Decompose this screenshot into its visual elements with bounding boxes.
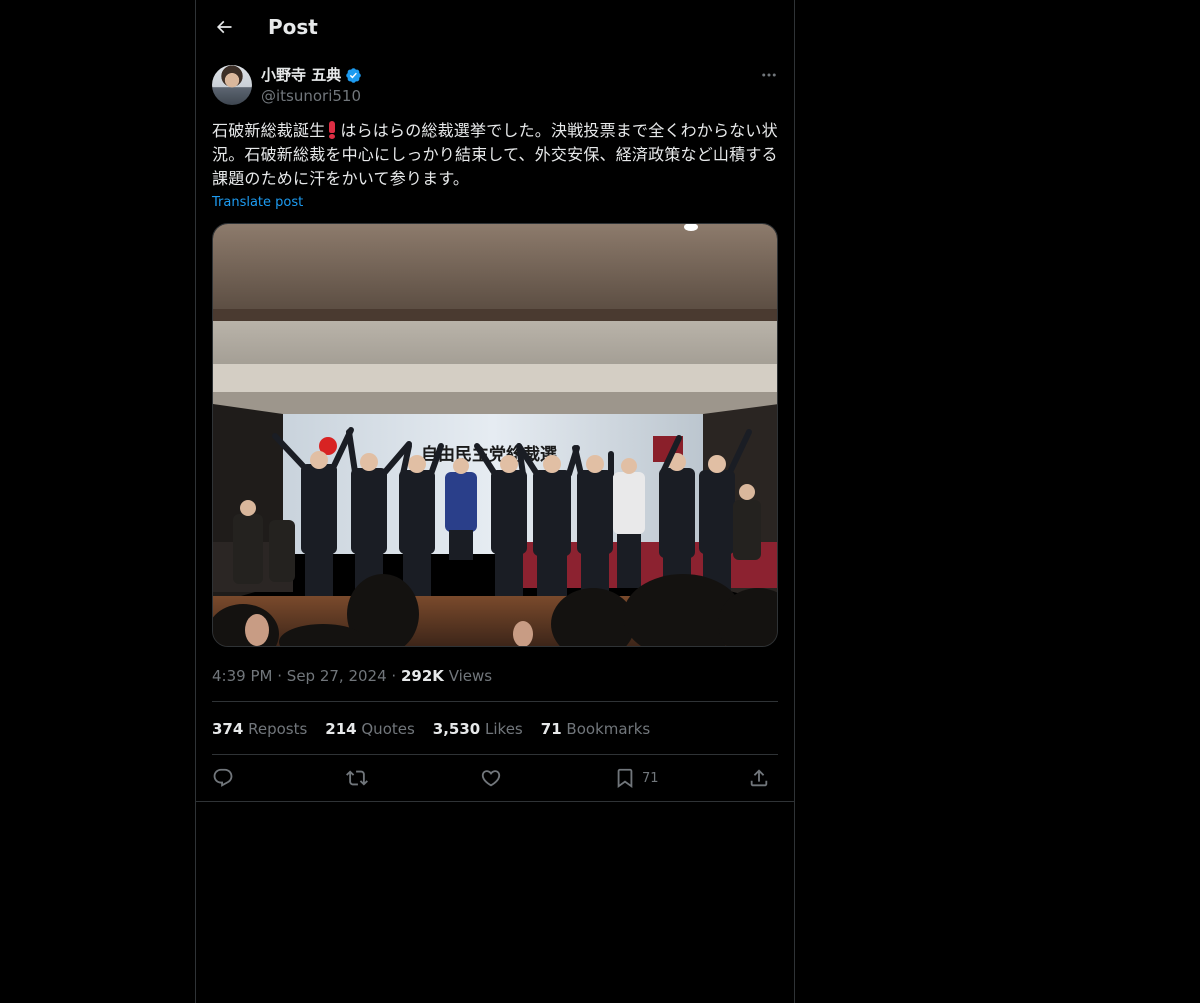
heart-icon (481, 770, 501, 787)
post-text-part1: 石破新総裁誕生 (212, 121, 326, 140)
reposts-count: 374 (212, 720, 244, 738)
divider (212, 701, 778, 702)
photo-scene: 自由民主党総裁選 (213, 224, 777, 646)
share-button[interactable] (748, 765, 770, 791)
post-photo[interactable]: 自由民主党総裁選 (212, 223, 778, 647)
more-options-button[interactable] (758, 66, 780, 84)
quotes-stat[interactable]: 214 Quotes (325, 719, 415, 739)
post-stats: 374 Reposts 214 Quotes 3,530 Likes 71 Bo… (212, 719, 650, 739)
meta-separator-2: · (391, 667, 397, 685)
exclamation-emoji-icon (328, 121, 336, 139)
divider (212, 754, 778, 755)
divider (196, 801, 794, 802)
likes-count: 3,530 (432, 720, 481, 738)
bookmark-icon (617, 768, 633, 789)
bookmark-button[interactable]: 71 (614, 765, 659, 791)
likes-label: Likes (485, 720, 523, 738)
meta-separator: · (277, 667, 283, 685)
views-count: 292K (400, 667, 444, 685)
reply-button[interactable] (212, 765, 234, 791)
post-text: 石破新総裁誕生 はらはらの総裁選挙でした。決戦投票まで全くわからない状況。石破新総… (212, 119, 778, 191)
quotes-count: 214 (325, 720, 357, 738)
bookmarks-stat[interactable]: 71 Bookmarks (541, 719, 650, 739)
verified-badge-icon (346, 67, 361, 83)
post-time[interactable]: 4:39 PM (212, 667, 272, 685)
arrow-left-icon (216, 20, 232, 34)
post-column: Post 小野寺 五典 @itsunori510 石破新総裁誕生 はらはらの総裁選… (195, 0, 795, 1003)
share-icon (750, 769, 768, 787)
post-meta: 4:39 PM · Sep 27, 2024 · 292K Views (212, 666, 492, 686)
repost-icon (346, 770, 368, 786)
author-name-text: 小野寺 五典 (261, 66, 342, 84)
likes-stat[interactable]: 3,530 Likes (433, 719, 523, 739)
avatar[interactable] (212, 65, 252, 105)
bookmark-count: 71 (642, 770, 659, 786)
page-title: Post (268, 15, 318, 39)
more-icon (762, 73, 776, 77)
reposts-stat[interactable]: 374 Reposts (212, 719, 307, 739)
reposts-label: Reposts (248, 720, 308, 738)
repost-button[interactable] (346, 765, 368, 791)
reply-icon (213, 768, 233, 787)
quotes-label: Quotes (361, 720, 415, 738)
bookmarks-label: Bookmarks (566, 720, 651, 738)
back-button[interactable] (208, 11, 240, 43)
author-name[interactable]: 小野寺 五典 (261, 65, 362, 85)
translate-post-link[interactable]: Translate post (212, 195, 303, 210)
post-date[interactable]: Sep 27, 2024 (287, 667, 387, 685)
views-label: Views (448, 667, 493, 685)
author-handle[interactable]: @itsunori510 (261, 86, 361, 106)
like-button[interactable] (480, 765, 502, 791)
post-header: Post (196, 0, 794, 54)
bookmarks-count: 71 (540, 720, 562, 738)
post-actions: 71 (212, 765, 778, 791)
